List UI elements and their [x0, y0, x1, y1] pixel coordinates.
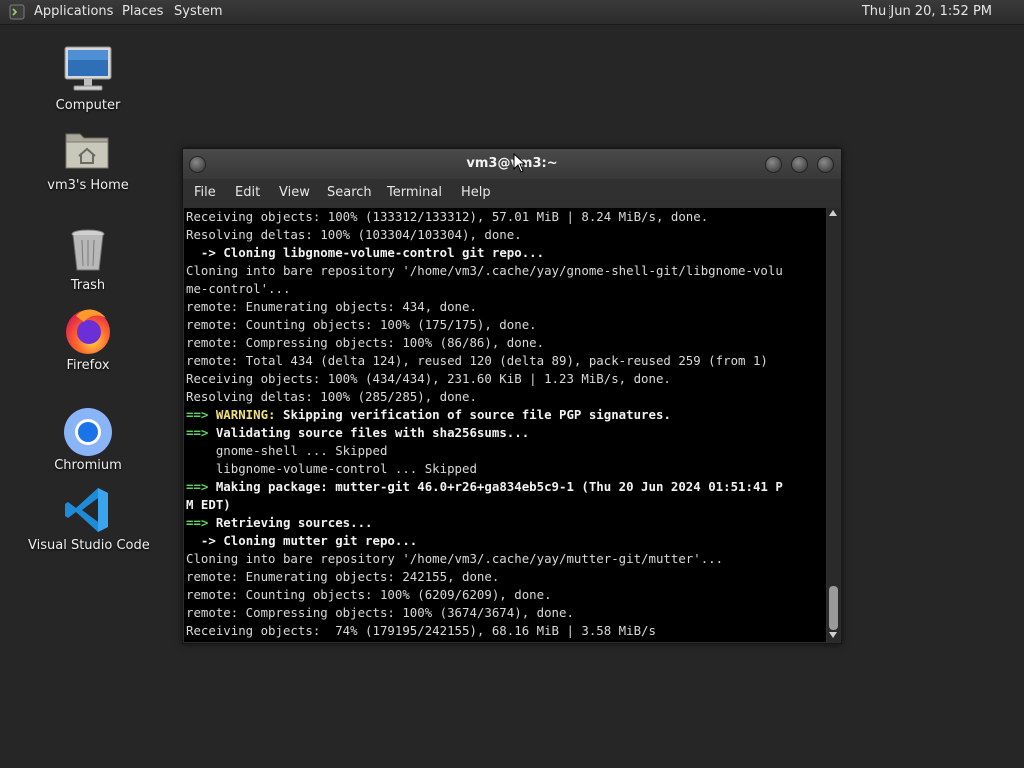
trash-icon: [62, 224, 114, 276]
terminal-line: Receiving objects: 74% (179195/242155), …: [186, 622, 826, 640]
terminal-text-segment: remote: Enumerating objects: 434, done.: [186, 299, 477, 314]
window-title: vm3@vm3:~: [466, 156, 558, 171]
system-menu[interactable]: System: [174, 0, 222, 24]
home-folder-icon: [62, 124, 114, 176]
desktop-icon-home[interactable]: vm3's Home: [28, 124, 148, 193]
terminal-text-segment: ==>: [186, 479, 216, 494]
terminal-text-segment: Receiving objects: 100% (133312/133312),…: [186, 209, 709, 224]
terminal-text-segment: Resolving deltas: 100% (285/285), done.: [186, 389, 477, 404]
terminal-line: libgnome-volume-control ... Skipped: [186, 460, 826, 478]
terminal-line: remote: Enumerating objects: 242155, don…: [186, 568, 826, 586]
desktop-icon-chromium[interactable]: Chromium: [28, 404, 148, 473]
menu-view[interactable]: View: [279, 179, 310, 207]
terminal-text-segment: me-control'...: [186, 281, 291, 296]
window-titlebar[interactable]: vm3@vm3:~: [183, 149, 841, 179]
terminal-window[interactable]: vm3@vm3:~ File Edit View Search Terminal…: [182, 148, 842, 644]
terminal-line: ==> Making package: mutter-git 46.0+r26+…: [186, 478, 826, 496]
top-panel: Applications Places System Thu Jun 20, 1…: [0, 0, 1024, 25]
computer-icon: [62, 44, 114, 96]
desktop-icon-label: Visual Studio Code: [28, 538, 150, 553]
terminal-text-segment: Cloning libgnome-volume-control git repo…: [223, 245, 545, 260]
desktop-icon-computer[interactable]: Computer: [28, 44, 148, 113]
terminal-line: Receiving objects: 100% (133312/133312),…: [186, 208, 826, 226]
terminal-line: remote: Counting objects: 100% (175/175)…: [186, 316, 826, 334]
desktop-icon-label: Trash: [70, 278, 106, 293]
scroll-up-arrow-icon[interactable]: [829, 210, 837, 216]
close-button[interactable]: [817, 156, 834, 173]
terminal-output[interactable]: Receiving objects: 100% (133312/133312),…: [184, 208, 826, 642]
terminal-line: remote: Counting objects: 100% (6209/620…: [186, 586, 826, 604]
terminal-text-segment: remote: Compressing objects: 100% (86/86…: [186, 335, 545, 350]
terminal-text-segment: gnome-shell ... Skipped: [186, 443, 388, 458]
menu-search[interactable]: Search: [327, 179, 372, 207]
terminal-text-segment: ==>: [186, 425, 216, 440]
terminal-line: remote: Compressing objects: 100% (86/86…: [186, 334, 826, 352]
terminal-line: gnome-shell ... Skipped: [186, 442, 826, 460]
terminal-line: remote: Total 434 (delta 124), reused 12…: [186, 352, 826, 370]
terminal-text-segment: Cloning into bare repository '/home/vm3/…: [186, 551, 724, 566]
terminal-line: Receiving objects: 100% (434/434), 231.6…: [186, 370, 826, 388]
menu-terminal[interactable]: Terminal: [387, 179, 442, 207]
places-menu[interactable]: Places: [122, 0, 163, 24]
terminal-menubar: File Edit View Search Terminal Help: [183, 179, 841, 207]
terminal-text-segment: remote: Counting objects: 100% (6209/620…: [186, 587, 552, 602]
desktop-icon-label: vm3's Home: [47, 178, 129, 193]
terminal-text-segment: M EDT): [186, 497, 231, 512]
terminal-text-segment: WARNING:: [215, 407, 276, 422]
terminal-text-segment: ->: [186, 533, 224, 548]
chromium-icon: [62, 404, 114, 456]
desktop-icon-label: Computer: [55, 98, 121, 113]
clock[interactable]: Thu Jun 20, 1:52 PM: [862, 0, 992, 24]
terminal-text-segment: Making package: mutter-git 46.0+r26+ga83…: [215, 479, 783, 494]
scrollbar-thumb[interactable]: [829, 586, 838, 630]
terminal-line: remote: Compressing objects: 100% (3674/…: [186, 604, 826, 622]
terminal-line: Cloning into bare repository '/home/vm3/…: [186, 550, 826, 568]
terminal-line: -> Cloning mutter git repo...: [186, 532, 826, 550]
terminal-text-segment: remote: Total 434 (delta 124), reused 12…: [186, 353, 768, 368]
terminal-text-segment: ==>: [186, 407, 216, 422]
firefox-icon: [62, 304, 114, 356]
vscode-icon: [62, 484, 114, 536]
terminal-text-segment: Cloning into bare repository '/home/vm3/…: [186, 263, 783, 278]
menu-file[interactable]: File: [194, 179, 216, 207]
terminal-line: Resolving deltas: 100% (285/285), done.: [186, 388, 826, 406]
terminal-line: M EDT): [186, 496, 826, 514]
menu-edit[interactable]: Edit: [235, 179, 260, 207]
terminal-text-segment: Cloning mutter git repo...: [223, 533, 418, 548]
terminal-text-segment: remote: Enumerating objects: 242155, don…: [186, 569, 500, 584]
terminal-line: Resolving deltas: 100% (103304/103304), …: [186, 226, 826, 244]
terminal-text-segment: Skipping verification of source file PGP…: [275, 407, 671, 422]
terminal-text-segment: ->: [186, 245, 224, 260]
terminal-text-segment: Validating source files with sha256sums.…: [215, 425, 530, 440]
terminal-line: remote: Enumerating objects: 434, done.: [186, 298, 826, 316]
minimize-button[interactable]: [765, 156, 782, 173]
desktop-icon-vscode[interactable]: Visual Studio Code: [28, 484, 150, 553]
desktop-icon-label: Chromium: [54, 458, 122, 473]
desktop-icon-trash[interactable]: Trash: [28, 224, 148, 293]
scroll-down-arrow-icon[interactable]: [829, 632, 837, 638]
menu-help[interactable]: Help: [461, 179, 491, 207]
terminal-text-segment: Retrieving sources...: [215, 515, 373, 530]
terminal-line: Cloning into bare repository '/home/vm3/…: [186, 262, 826, 280]
terminal-text-segment: remote: Counting objects: 100% (175/175)…: [186, 317, 537, 332]
terminal-line: ==> WARNING: Skipping verification of so…: [186, 406, 826, 424]
mouse-pointer-icon: [513, 153, 527, 173]
terminal-scrollbar[interactable]: [827, 208, 840, 642]
terminal-text-segment: Receiving objects: 100% (434/434), 231.6…: [186, 371, 671, 386]
terminal-logo-icon[interactable]: [9, 4, 25, 20]
terminal-lines: Receiving objects: 100% (133312/133312),…: [184, 208, 826, 640]
applications-menu[interactable]: Applications: [34, 0, 113, 24]
terminal-line: ==> Validating source files with sha256s…: [186, 424, 826, 442]
desktop-icon-label: Firefox: [66, 358, 110, 373]
terminal-line: me-control'...: [186, 280, 826, 298]
terminal-line: -> Cloning libgnome-volume-control git r…: [186, 244, 826, 262]
terminal-text-segment: Receiving objects: 74% (179195/242155), …: [186, 623, 656, 638]
terminal-text-segment: ==>: [186, 515, 216, 530]
desktop-icon-firefox[interactable]: Firefox: [28, 304, 148, 373]
terminal-line: ==> Retrieving sources...: [186, 514, 826, 532]
maximize-button[interactable]: [791, 156, 808, 173]
terminal-text-segment: remote: Compressing objects: 100% (3674/…: [186, 605, 574, 620]
terminal-text-segment: libgnome-volume-control ... Skipped: [186, 461, 477, 476]
terminal-text-segment: Resolving deltas: 100% (103304/103304), …: [186, 227, 522, 242]
